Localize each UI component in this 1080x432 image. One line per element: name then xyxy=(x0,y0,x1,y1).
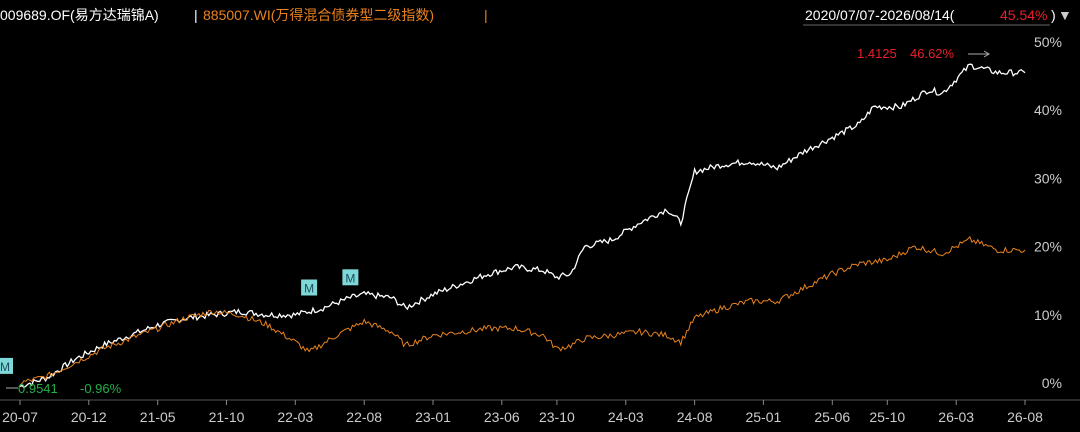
fund-series-line xyxy=(19,63,1026,389)
y-tick-label: 30% xyxy=(1034,170,1062,186)
x-tick-label: 25-01 xyxy=(745,409,781,425)
legend-separator: | xyxy=(194,7,198,23)
x-tick-label: 26-03 xyxy=(938,409,974,425)
x-axis: 20-07 20-12 21-05 21-10 22-03 22-08 23-01 23-06… xyxy=(0,399,1080,425)
event-marker-label: M xyxy=(345,271,355,285)
y-tick-label: 40% xyxy=(1034,102,1062,118)
x-tick-label: 20-12 xyxy=(71,409,107,425)
x-tick-label: 21-10 xyxy=(209,409,245,425)
y-axis: 0% 10% 20% 30% 40% 50% xyxy=(1034,34,1062,391)
max-annotation: 1.4125 46.62% xyxy=(857,46,990,61)
x-tick-label: 25-06 xyxy=(814,409,850,425)
event-marker[interactable]: M xyxy=(301,279,318,296)
range-return-value: 45.54% xyxy=(1000,7,1047,23)
y-tick-label: 20% xyxy=(1034,239,1062,255)
y-tick-label: 50% xyxy=(1034,34,1062,50)
x-tick-label: 23-10 xyxy=(539,409,575,425)
x-tick-label: 20-07 xyxy=(2,409,38,425)
event-marker[interactable]: M xyxy=(342,269,359,286)
max-value-label: 1.4125 xyxy=(857,46,897,61)
fund-legend-label[interactable]: 009689.OF(易方达瑞锦A) xyxy=(0,7,159,23)
x-tick-label: 25-10 xyxy=(869,409,905,425)
event-marker[interactable]: M xyxy=(0,357,13,374)
y-tick-label: 10% xyxy=(1034,307,1062,323)
chart-canvas: 009689.OF(易方达瑞锦A) | 885007.WI(万得混合债券型二级指… xyxy=(0,7,1080,425)
fund-performance-chart: 009689.OF(易方达瑞锦A) | 885007.WI(万得混合债券型二级指… xyxy=(0,0,1080,432)
x-tick-label: 21-05 xyxy=(140,409,176,425)
date-range-selector[interactable]: 2020/07/07-2026/08/14( 45.54% ) ▼ xyxy=(805,7,1072,23)
date-range-label[interactable]: 2020/07/07-2026/08/14( xyxy=(805,7,955,23)
x-tick-label: 24-08 xyxy=(677,409,713,425)
index-series-line xyxy=(19,236,1026,386)
x-tick-label: 23-06 xyxy=(484,409,520,425)
index-legend-label[interactable]: 885007.WI(万得混合债券型二级指数) xyxy=(203,7,434,23)
legend-separator-2: | xyxy=(484,7,488,23)
event-marker-label: M xyxy=(0,360,10,374)
x-tick-label: 24-03 xyxy=(608,409,644,425)
min-value-label: 0.9541 xyxy=(18,381,58,396)
max-pct-label: 46.62% xyxy=(910,46,955,61)
series-layer xyxy=(19,63,1026,389)
min-pct-label: -0.96% xyxy=(80,381,122,396)
x-tick-label: 22-08 xyxy=(346,409,382,425)
chevron-down-icon[interactable]: ▼ xyxy=(1058,7,1072,23)
range-close-paren: ) xyxy=(1051,7,1056,23)
event-marker-label: M xyxy=(304,282,314,296)
x-tick-label: 26-08 xyxy=(1007,409,1043,425)
x-tick-label: 23-01 xyxy=(415,409,451,425)
x-tick-label: 22-03 xyxy=(277,409,313,425)
min-annotation: 0.9541 -0.96% xyxy=(6,381,122,396)
y-tick-label: 0% xyxy=(1042,375,1062,391)
